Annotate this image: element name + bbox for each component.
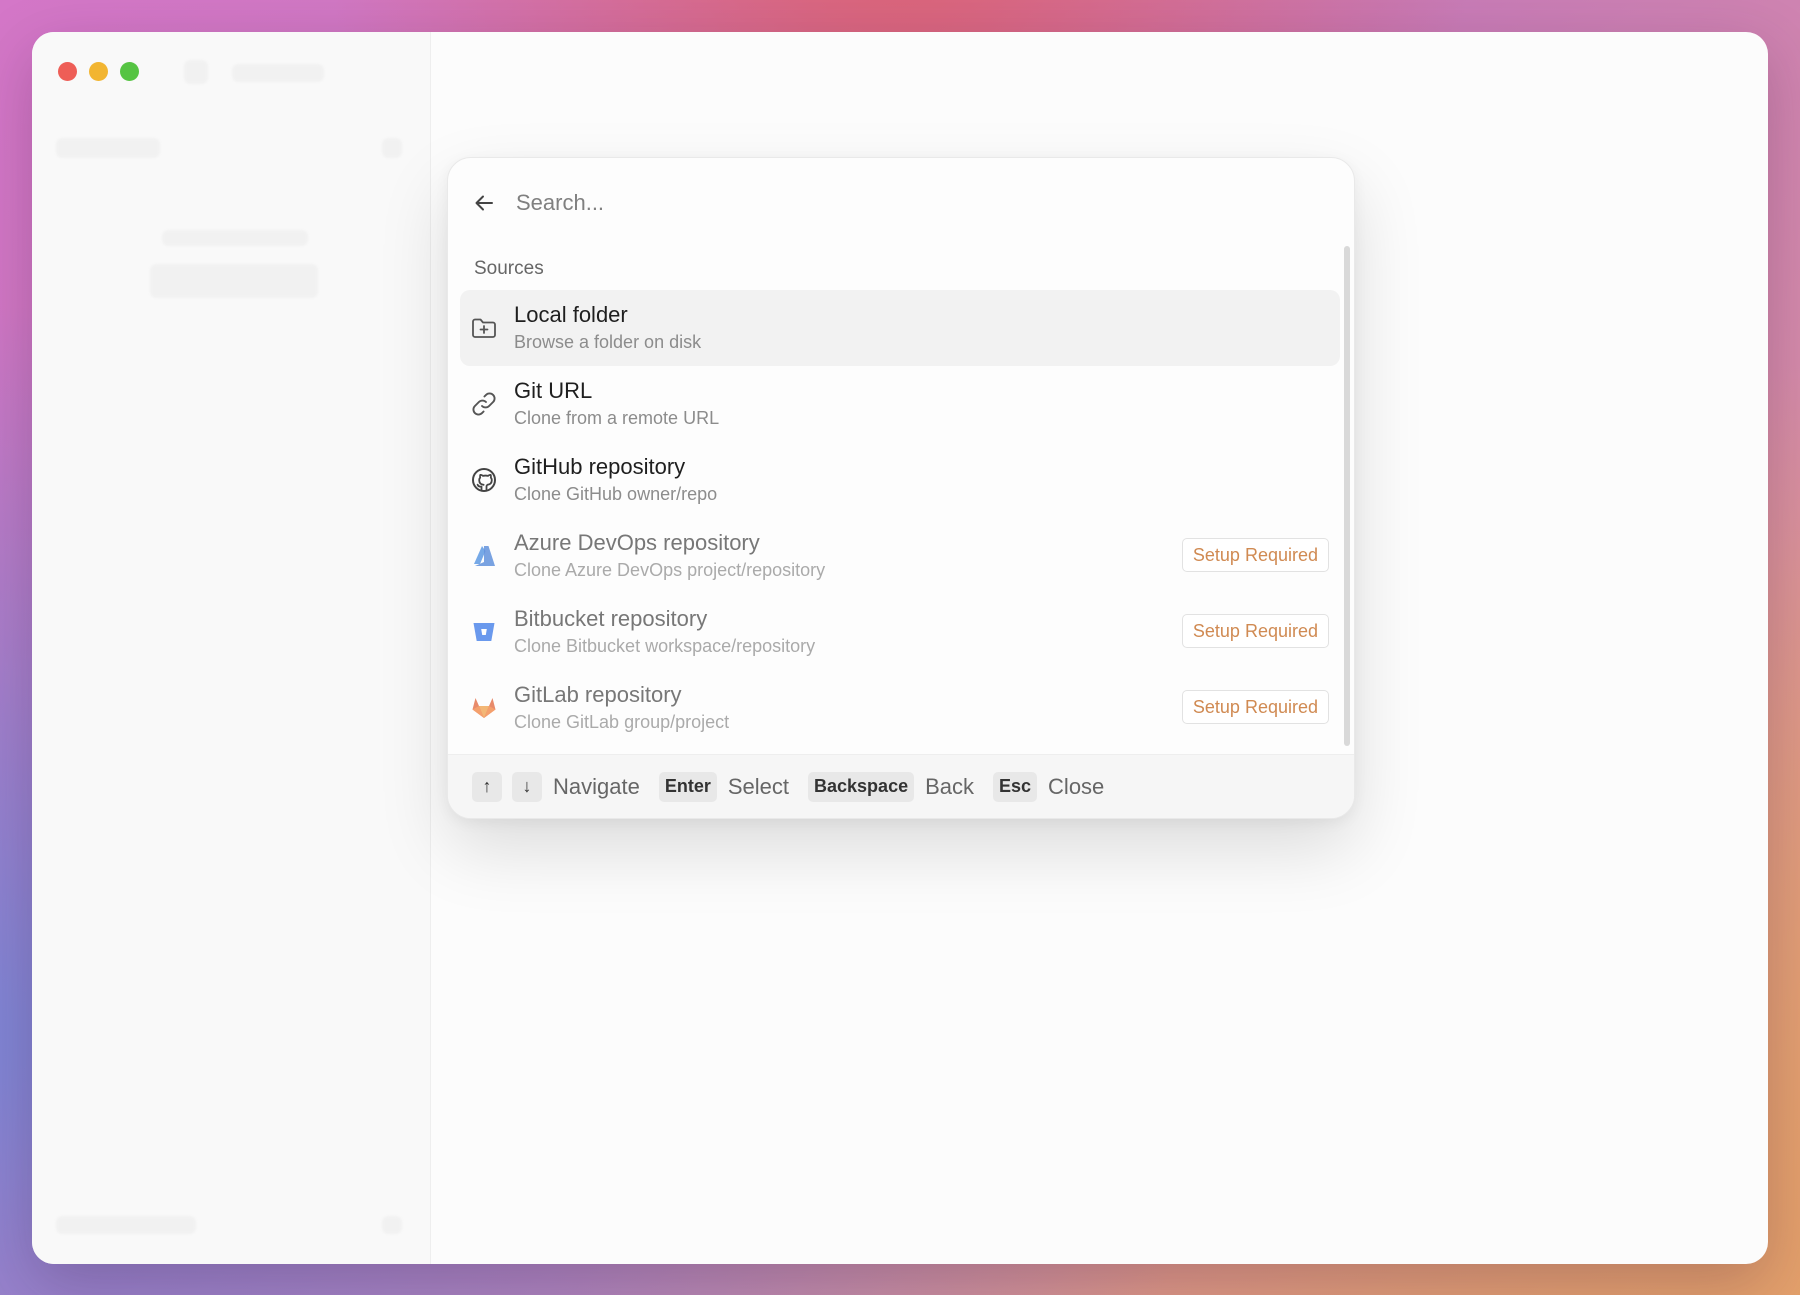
search-input[interactable] [514, 189, 1330, 217]
enter-key: Enter [658, 771, 717, 802]
source-title: Git URL [514, 378, 593, 403]
source-item-gitlab[interactable]: GitLab repository Clone GitLab group/pro… [460, 670, 1340, 746]
sidebar-toggle-icon [184, 60, 208, 84]
source-item-git-url[interactable]: Git URL Clone from a remote URL [460, 366, 1340, 442]
close-window-button[interactable] [58, 62, 77, 81]
backspace-key: Backspace [808, 771, 915, 802]
keyboard-hints-footer: ↑ ↓ Navigate Enter Select Backspace Back… [448, 754, 1354, 818]
source-item-bitbucket[interactable]: Bitbucket repository Clone Bitbucket wor… [460, 594, 1340, 670]
blurred-icon [382, 138, 402, 158]
source-subtitle: Clone GitLab group/project [514, 712, 730, 732]
source-item-github[interactable]: GitHub repository Clone GitHub owner/rep… [460, 442, 1340, 518]
azure-devops-icon [470, 542, 498, 570]
back-label: Back [925, 773, 975, 799]
back-arrow-icon[interactable] [472, 191, 496, 215]
sidebar [32, 32, 431, 1264]
blurred-footer-icons [56, 1216, 196, 1234]
blurred-tab [232, 64, 324, 82]
blurred-search [56, 138, 160, 158]
maximize-window-button[interactable] [120, 62, 139, 81]
source-subtitle: Clone GitHub owner/repo [514, 484, 718, 504]
select-label: Select [727, 773, 790, 799]
gitlab-icon [470, 694, 498, 722]
setup-required-badge[interactable]: Setup Required [1181, 690, 1329, 724]
section-title: Sources [474, 258, 544, 279]
scrollbar[interactable] [1344, 246, 1350, 746]
source-title: GitHub repository [514, 454, 686, 479]
source-subtitle: Browse a folder on disk [514, 332, 702, 352]
github-icon [470, 466, 498, 494]
search-row [472, 180, 1330, 226]
source-item-local-folder[interactable]: Local folder Browse a folder on disk [460, 290, 1340, 366]
minimize-window-button[interactable] [89, 62, 108, 81]
esc-key: Esc [993, 771, 1038, 802]
close-label: Close [1048, 773, 1105, 799]
folder-plus-icon [470, 314, 498, 342]
blurred-footer-icon [382, 1216, 402, 1234]
bitbucket-icon [470, 618, 498, 646]
source-title: Local folder [514, 302, 628, 327]
source-title: GitLab repository [514, 682, 682, 707]
window-controls [58, 62, 139, 81]
source-item-azure-devops[interactable]: Azure DevOps repository Clone Azure DevO… [460, 518, 1340, 594]
down-key: ↓ [512, 771, 542, 802]
up-key: ↑ [472, 771, 502, 802]
source-subtitle: Clone Azure DevOps project/repository [514, 560, 826, 580]
setup-required-badge[interactable]: Setup Required [1181, 614, 1329, 648]
navigate-label: Navigate [553, 773, 640, 799]
command-palette: Sources Local folder Browse a folder on … [447, 157, 1355, 819]
source-title: Azure DevOps repository [514, 530, 760, 555]
source-list: Local folder Browse a folder on disk Git… [460, 290, 1340, 746]
link-icon [470, 390, 498, 418]
source-title: Bitbucket repository [514, 606, 708, 631]
blurred-text [162, 230, 308, 246]
source-subtitle: Clone from a remote URL [514, 408, 720, 428]
source-subtitle: Clone Bitbucket workspace/repository [514, 636, 816, 656]
blurred-button [150, 264, 318, 298]
setup-required-badge[interactable]: Setup Required [1181, 538, 1329, 572]
